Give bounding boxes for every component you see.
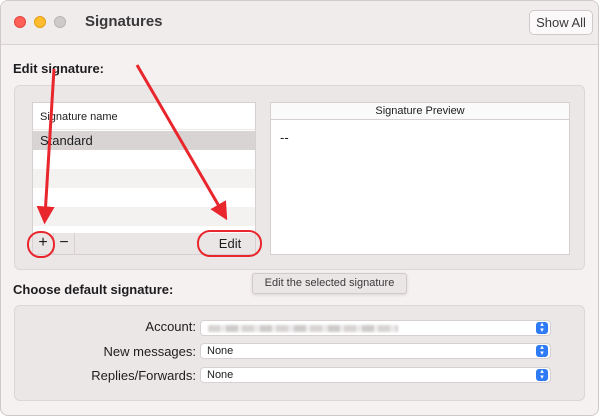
annotation-arrows: [36, 64, 228, 225]
signatures-window: Signatures Show All Edit signature: Sign…: [0, 0, 599, 416]
arrow-to-edit-button: [135, 64, 228, 221]
arrow-to-add-button: [36, 68, 56, 225]
